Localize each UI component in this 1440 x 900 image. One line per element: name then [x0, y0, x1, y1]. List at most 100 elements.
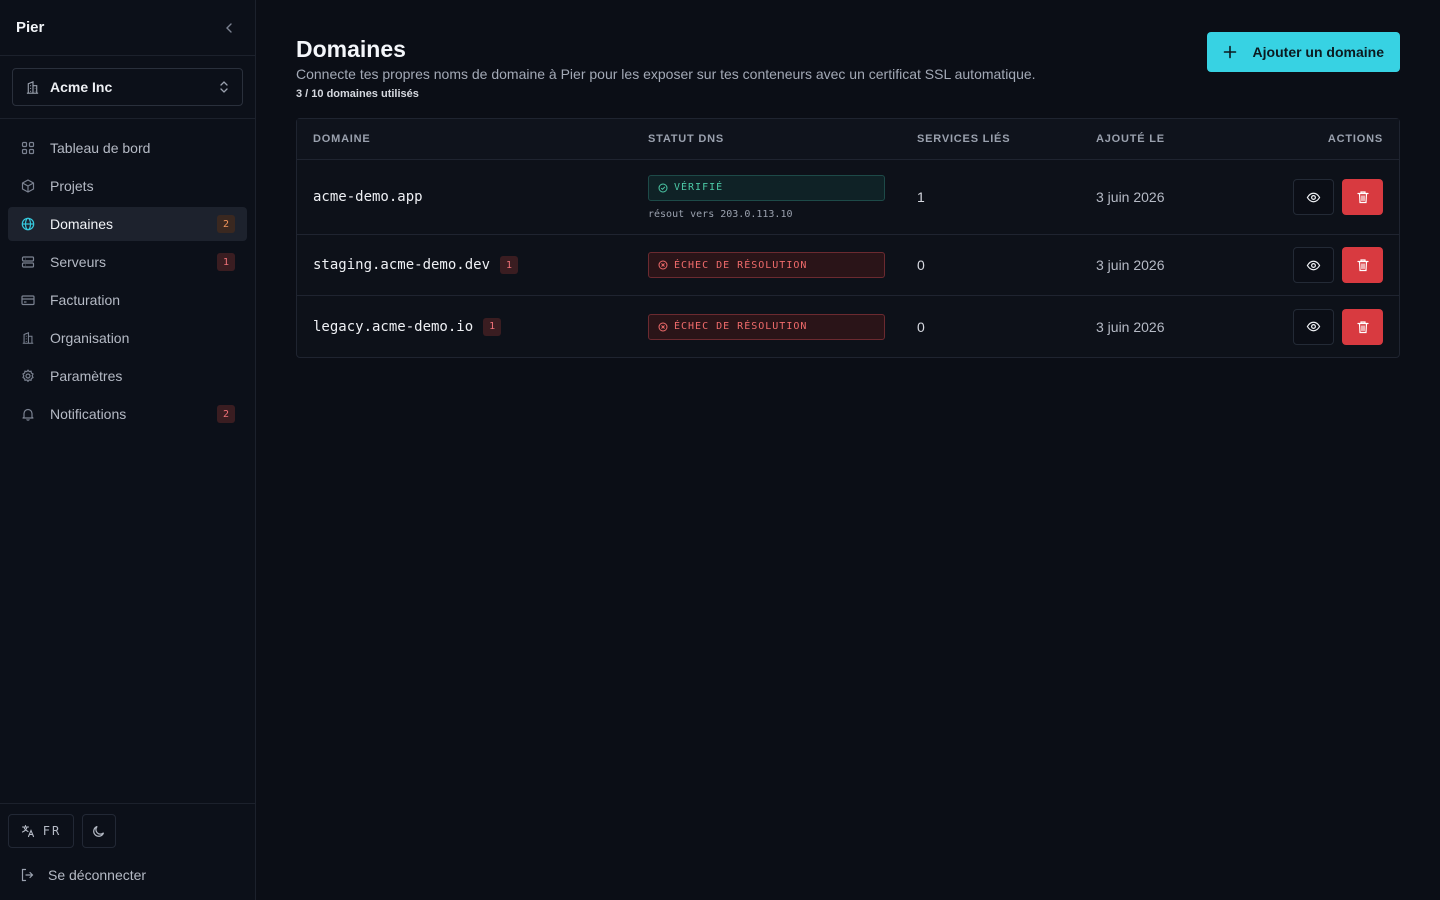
x-circle-icon — [658, 260, 668, 270]
nav-badge: 2 — [217, 215, 235, 233]
dns-status-cell: ÉCHEC DE RÉSOLUTION — [648, 252, 917, 278]
status-text: ÉCHEC DE RÉSOLUTION — [674, 259, 808, 271]
sidebar-item-label: Organisation — [50, 330, 130, 346]
row-actions — [1263, 308, 1383, 345]
linked-services-count: 0 — [917, 318, 925, 335]
sidebar-item-label: Paramètres — [50, 368, 123, 384]
translate-icon — [21, 824, 34, 838]
org-name: Acme Inc — [50, 79, 113, 95]
trash-icon — [1356, 320, 1369, 333]
col-linked-services: SERVICES LIÉS — [917, 133, 1011, 145]
domains-table: DOMAINE STATUT DNS SERVICES LIÉS AJOUTÉ … — [296, 118, 1400, 358]
credit-card-icon — [20, 292, 36, 308]
chevron-left-icon — [226, 22, 232, 33]
bell-icon — [20, 406, 36, 422]
moon-icon — [93, 825, 105, 837]
domain-name: legacy.acme-demo.io — [313, 318, 474, 335]
dns-status-cell: ÉCHEC DE RÉSOLUTION — [648, 313, 917, 340]
page-description: Connecte tes propres noms de domaine à P… — [296, 66, 1036, 82]
status-text: VÉRIFIÉ — [674, 182, 724, 193]
resolves-to: résout vers 203.0.113.10 — [648, 208, 793, 220]
sidebar: Pier Acme Inc Tableau de bord Projets Do… — [0, 0, 256, 900]
sidebar-item-parametres[interactable]: Paramètres — [8, 359, 247, 393]
eye-icon — [1306, 321, 1321, 332]
view-button[interactable] — [1293, 179, 1334, 215]
dns-status-cell: VÉRIFIÉ résout vers 203.0.113.10 — [648, 174, 917, 220]
grid-icon — [20, 140, 36, 156]
sidebar-item-organisation[interactable]: Organisation — [8, 321, 247, 355]
sidebar-item-projets[interactable]: Projets — [8, 169, 247, 203]
row-actions — [1263, 179, 1383, 215]
status-badge: ÉCHEC DE RÉSOLUTION — [648, 252, 885, 278]
sidebar-item-notifications[interactable]: Notifications 2 — [8, 397, 247, 431]
table-row: acme-demo.app VÉRIFIÉ résout vers 203.0.… — [297, 160, 1399, 235]
language-code: FR — [42, 824, 62, 838]
col-domain: DOMAINE — [313, 133, 371, 145]
domain-cell: acme-demo.app — [313, 189, 648, 205]
added-date: 3 juin 2026 — [1096, 257, 1165, 273]
view-button[interactable] — [1293, 247, 1334, 283]
brand-row: Pier — [0, 0, 255, 56]
sidebar-item-serveurs[interactable]: Serveurs 1 — [8, 245, 247, 279]
status-text: ÉCHEC DE RÉSOLUTION — [674, 321, 808, 332]
server-icon — [20, 254, 36, 270]
domain-name: staging.acme-demo.dev — [313, 257, 491, 273]
col-added-on: AJOUTÉ LE — [1096, 133, 1165, 145]
nav-badge: 1 — [217, 253, 235, 271]
page-title: Domaines — [296, 36, 406, 62]
view-button[interactable] — [1293, 308, 1334, 345]
add-domain-label: Ajouter un domaine — [1252, 44, 1384, 60]
row-actions — [1263, 247, 1383, 283]
delete-button[interactable] — [1342, 247, 1383, 283]
table-row: staging.acme-demo.dev 1 ÉCHEC DE RÉSOLUT… — [297, 235, 1399, 296]
nav-badge: 2 — [217, 405, 235, 423]
sidebar-item-label: Tableau de bord — [50, 140, 151, 156]
delete-button[interactable] — [1342, 308, 1383, 345]
org-switcher[interactable]: Acme Inc — [12, 68, 243, 106]
delete-button[interactable] — [1342, 179, 1383, 215]
col-dns-status: STATUT DNS — [648, 133, 725, 145]
sidebar-item-tableau-de-bord[interactable]: Tableau de bord — [8, 131, 247, 165]
eye-icon — [1306, 260, 1321, 270]
page-heading: Domaines Connecte tes propres noms de do… — [296, 36, 1036, 100]
table-header: DOMAINE STATUT DNS SERVICES LIÉS AJOUTÉ … — [297, 119, 1399, 160]
language-switch-button[interactable]: FR — [8, 814, 74, 848]
sidebar-item-facturation[interactable]: Facturation — [8, 283, 247, 317]
sidebar-item-label: Facturation — [50, 292, 121, 308]
collapse-sidebar-button[interactable] — [219, 18, 239, 38]
domain-issue-badge: 1 — [500, 256, 519, 274]
sidebar-item-domaines[interactable]: Domaines 2 — [8, 207, 247, 241]
sidebar-nav: Tableau de bord Projets Domaines 2 Serve… — [0, 119, 255, 443]
sidebar-item-label: Notifications — [50, 406, 127, 422]
domain-name: acme-demo.app — [313, 189, 423, 205]
main-content: Domaines Connecte tes propres noms de do… — [256, 0, 1440, 900]
theme-toggle-button[interactable] — [82, 814, 116, 848]
domain-usage: 3 / 10 domaines utilisés — [296, 88, 419, 100]
sidebar-item-label: Serveurs — [50, 254, 107, 270]
check-circle-icon — [658, 183, 668, 192]
box-icon — [20, 178, 36, 194]
brand-name: Pier — [16, 19, 45, 36]
added-date: 3 juin 2026 — [1096, 318, 1165, 335]
sidebar-footer: FR Se déconnecter — [0, 803, 255, 900]
logout-label: Se déconnecter — [48, 867, 147, 883]
plus-icon — [1223, 45, 1236, 59]
sidebar-tools: FR — [8, 814, 247, 848]
sidebar-item-label: Projets — [50, 178, 94, 194]
building-icon — [26, 80, 39, 94]
linked-services-count: 1 — [917, 189, 925, 205]
added-date: 3 juin 2026 — [1096, 189, 1165, 205]
globe-icon — [20, 216, 36, 232]
logout-icon — [21, 868, 34, 882]
domain-cell: legacy.acme-demo.io 1 — [313, 317, 648, 336]
logout-button[interactable]: Se déconnecter — [8, 862, 247, 888]
chevron-up-down-icon — [220, 81, 228, 93]
add-domain-button[interactable]: Ajouter un domaine — [1206, 32, 1400, 72]
table-row: legacy.acme-demo.io 1 ÉCHEC DE RÉSOLUTIO… — [297, 296, 1399, 357]
x-circle-icon — [658, 322, 668, 331]
status-badge: VÉRIFIÉ — [648, 174, 885, 201]
gear-icon — [20, 368, 36, 384]
linked-services-count: 0 — [917, 257, 925, 273]
trash-icon — [1356, 259, 1369, 272]
eye-icon — [1306, 192, 1321, 202]
